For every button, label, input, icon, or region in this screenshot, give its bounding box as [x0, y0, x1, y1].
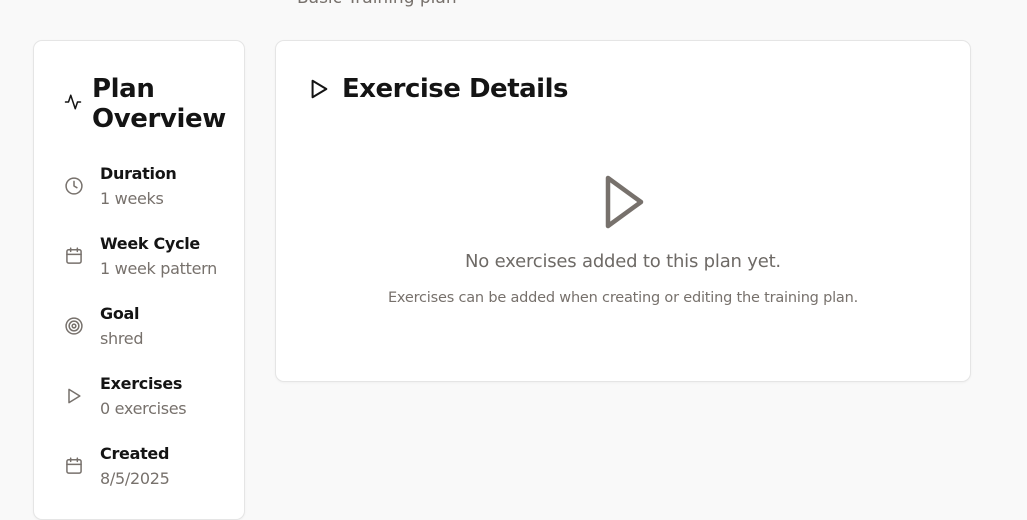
play-icon — [68, 388, 81, 404]
overview-item-duration: Duration 1 weeks — [64, 164, 177, 214]
overview-item-created: Created 8/5/2025 — [64, 444, 170, 494]
play-icon — [605, 175, 644, 229]
calendar-icon — [66, 247, 82, 264]
exercise-details-title: Exercise Details — [342, 74, 568, 104]
empty-state-hint: Exercises can be added when creating or … — [387, 290, 859, 306]
clock-icon — [65, 177, 83, 195]
activity-icon — [64, 94, 82, 110]
overview-item-label: Week Cycle — [100, 234, 200, 253]
play-icon — [311, 79, 328, 99]
plan-overview-header: Plan Overview — [64, 74, 226, 134]
overview-item-label: Created — [100, 444, 170, 463]
plan-overview-title: Plan Overview — [92, 74, 226, 134]
overview-item-value: 0 exercises — [100, 399, 187, 418]
overview-item-label: Exercises — [100, 374, 183, 393]
page-subtitle: Basic Training plan — [297, 0, 457, 8]
overview-item-exercises: Exercises 0 exercises — [64, 374, 187, 424]
overview-item-label: Goal — [100, 304, 140, 323]
overview-item-value: 8/5/2025 — [100, 469, 170, 488]
calendar-icon — [66, 457, 82, 474]
exercise-details-card: Exercise Details No exercises added to t… — [275, 40, 971, 382]
overview-item-value: 1 weeks — [100, 189, 164, 208]
overview-item-week-cycle: Week Cycle 1 week pattern — [64, 234, 217, 284]
overview-item-value: 1 week pattern — [100, 259, 217, 278]
target-icon — [65, 317, 83, 335]
exercise-details-header: Exercise Details — [308, 74, 568, 104]
overview-item-label: Duration — [100, 164, 177, 183]
plan-overview-card: Plan Overview Duration 1 weeks Week Cycl… — [33, 40, 245, 520]
overview-item-value: shred — [100, 329, 144, 348]
empty-state-message: No exercises added to this plan yet. — [465, 251, 781, 272]
overview-item-goal: Goal shred — [64, 304, 144, 354]
